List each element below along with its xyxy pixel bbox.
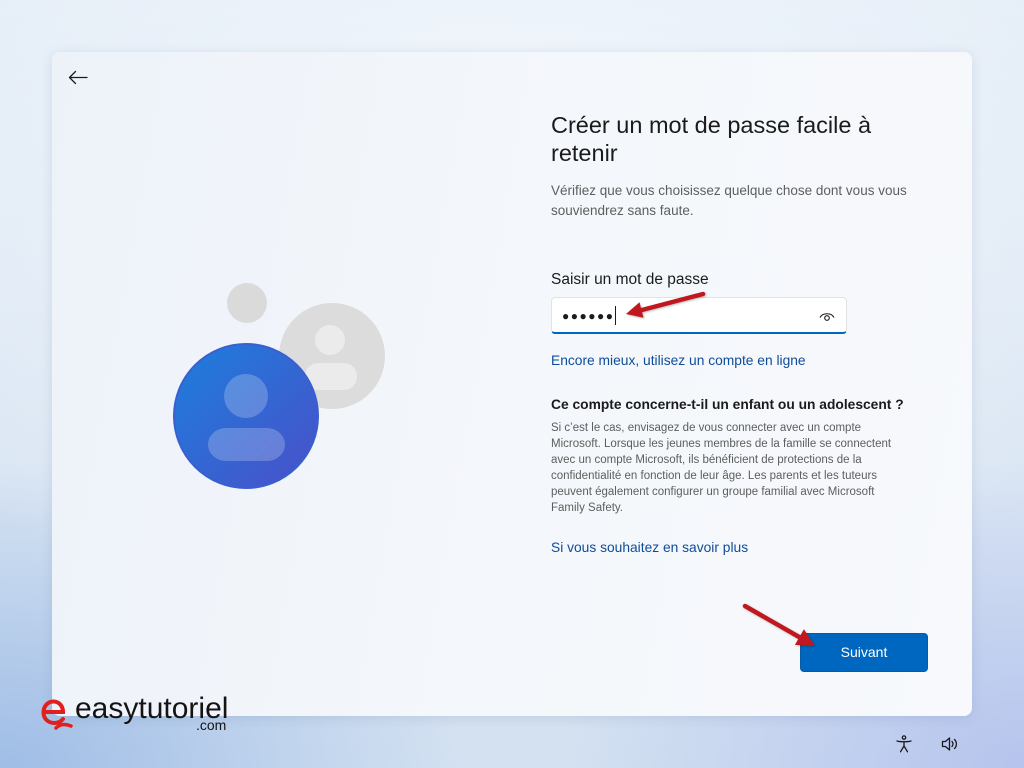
- easytutoriel-logo-icon: [41, 699, 73, 730]
- avatar-blue: [173, 343, 319, 489]
- accessibility-icon[interactable]: [895, 735, 913, 753]
- child-account-heading: Ce compte concerne-t-il un enfant ou un …: [551, 397, 904, 412]
- page-subtitle: Vérifiez que vous choisissez quelque cho…: [551, 183, 907, 218]
- accessibility-button[interactable]: [895, 735, 913, 753]
- content-pane: Créer un mot de passe facile à retenir V…: [551, 52, 931, 716]
- child-account-description: Si c’est le cas, envisagez de vous conne…: [551, 422, 892, 514]
- password-label: Saisir un mot de passe: [551, 271, 709, 288]
- volume-icon[interactable]: [941, 736, 960, 752]
- next-button[interactable]: Suivant: [800, 633, 928, 672]
- online-account-link[interactable]: Encore mieux, utilisez un compte en lign…: [551, 352, 806, 370]
- password-masked-text: ●●●●●●: [562, 308, 615, 323]
- reveal-password-button[interactable]: [819, 309, 835, 322]
- password-input[interactable]: ●●●●●●: [551, 297, 847, 334]
- avatar-small-dot: [227, 283, 267, 323]
- watermark: easytutoriel .com: [38, 694, 233, 734]
- person-body: [208, 428, 285, 461]
- person-head: [315, 325, 345, 355]
- page-title: Créer un mot de passe facile à retenir: [551, 112, 872, 166]
- password-value: ●●●●●●: [562, 306, 616, 325]
- person-body: [305, 363, 357, 390]
- setup-card: Créer un mot de passe facile à retenir V…: [52, 52, 972, 716]
- learn-more-link[interactable]: Si vous souhaitez en savoir plus: [551, 539, 748, 557]
- back-arrow-icon[interactable]: [68, 70, 88, 85]
- eye-icon[interactable]: [819, 311, 835, 322]
- user-avatars-illustration: [173, 283, 385, 489]
- person-head: [224, 374, 268, 418]
- volume-button[interactable]: [941, 736, 960, 752]
- back-button[interactable]: [66, 68, 89, 87]
- text-caret: [614, 306, 616, 325]
- watermark-suffix: .com: [196, 717, 227, 733]
